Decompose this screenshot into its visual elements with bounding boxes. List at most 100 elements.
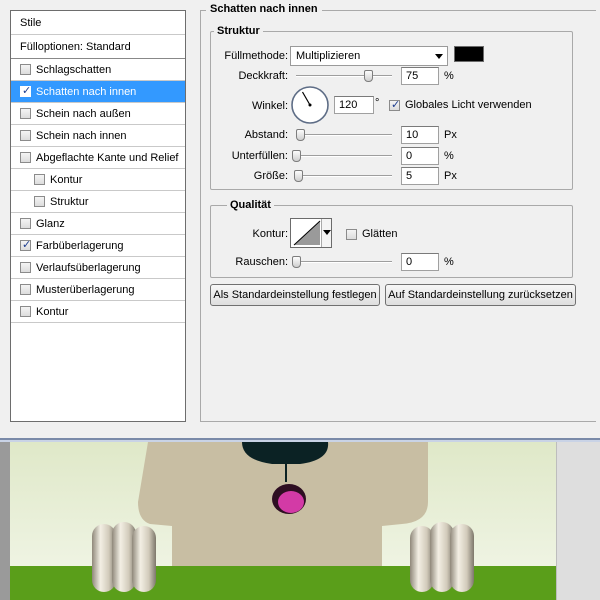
noise-label: Rauschen: (235, 256, 288, 268)
size-input[interactable]: 5 (401, 167, 439, 185)
contour-dropdown[interactable] (321, 219, 331, 247)
size-slider[interactable] (293, 170, 392, 182)
style-item-checkbox[interactable] (20, 64, 31, 75)
style-item-label: Glanz (36, 217, 65, 230)
style-item-checkbox[interactable] (20, 238, 31, 251)
tongue-shape (278, 491, 304, 513)
style-item-label: Abgeflachte Kante und Relief (36, 151, 179, 164)
distance-label: Abstand: (244, 129, 288, 141)
global-light-checkbox[interactable] (389, 98, 400, 111)
style-item-checkbox[interactable] (20, 262, 31, 273)
style-item-label: Verlaufsüberlagerung (36, 261, 141, 274)
style-item[interactable]: Farbüberlagerung (11, 235, 185, 257)
structure-title: Struktur (214, 25, 263, 37)
opacity-unit: % (444, 70, 454, 82)
contour-picker[interactable] (290, 218, 332, 248)
blend-mode-value: Multiplizieren (296, 50, 361, 62)
style-items: Schlagschatten Schatten nach innen Schein … (11, 59, 185, 323)
style-item[interactable]: Schein nach außen (11, 103, 185, 125)
style-item[interactable]: Verlaufsüberlagerung (11, 257, 185, 279)
antialias-option[interactable]: Glätten (346, 228, 397, 240)
style-item[interactable]: Kontur (11, 169, 185, 191)
contour-label: Kontur: (252, 228, 288, 240)
noise-slider-thumb[interactable] (292, 256, 301, 268)
size-label: Größe: (253, 170, 288, 182)
opacity-input[interactable]: 75 (401, 67, 439, 85)
distance-slider[interactable] (295, 129, 392, 141)
chevron-down-icon (323, 230, 331, 235)
style-item[interactable]: Schlagschatten (11, 59, 185, 81)
style-item-label: Kontur (50, 173, 83, 186)
style-item[interactable]: Musterüberlagerung (11, 279, 185, 301)
inner-shadow-title: Schatten nach innen (206, 3, 322, 15)
set-default-button[interactable]: Als Standardeinstellung festlegen (210, 284, 380, 306)
choke-unit: % (444, 150, 454, 162)
style-item-label: Schlagschatten (36, 63, 112, 76)
styles-header-label: Stile (20, 16, 42, 29)
contour-preview-icon (293, 220, 321, 246)
style-item-checkbox[interactable] (20, 108, 31, 119)
style-item-checkbox[interactable] (20, 218, 31, 229)
style-item-checkbox[interactable] (34, 174, 45, 185)
choke-slider-thumb[interactable] (292, 150, 301, 162)
choke-slider[interactable] (292, 150, 392, 162)
size-slider-thumb[interactable] (293, 170, 303, 182)
quality-title: Qualität (227, 199, 274, 211)
angle-dial[interactable] (290, 85, 330, 125)
character-artwork (10, 442, 556, 600)
style-item-label: Farbüberlagerung (36, 239, 124, 252)
size-unit: Px (444, 170, 457, 182)
style-item[interactable]: Schein nach innen (11, 125, 185, 147)
global-light-label: Globales Licht verwenden (405, 99, 532, 111)
style-item-checkbox[interactable] (20, 84, 31, 97)
angle-unit: ° (375, 97, 380, 109)
choke-input[interactable]: 0 (401, 147, 439, 165)
shadow-color-swatch[interactable] (454, 46, 484, 62)
opacity-slider-thumb[interactable] (364, 70, 373, 82)
canvas-left-edge (0, 442, 10, 600)
style-item-label: Musterüberlagerung (36, 283, 135, 296)
global-light-option[interactable]: Globales Licht verwenden (389, 98, 532, 111)
styles-header[interactable]: Stile (11, 11, 185, 35)
chevron-down-icon (435, 54, 443, 59)
style-item-checkbox[interactable] (20, 130, 31, 141)
style-item-label: Schatten nach innen (36, 85, 137, 98)
distance-unit: Px (444, 129, 457, 141)
left-hand (92, 522, 156, 592)
grass-strip (10, 566, 556, 600)
style-item[interactable]: Schatten nach innen (11, 81, 185, 103)
style-item[interactable]: Struktur (11, 191, 185, 213)
opacity-slider[interactable] (296, 70, 392, 82)
style-item-label: Schein nach innen (36, 129, 127, 142)
choke-label: Unterfüllen: (231, 150, 288, 162)
noise-slider[interactable] (292, 256, 392, 268)
style-item-label: Struktur (50, 195, 89, 208)
distance-slider-thumb[interactable] (295, 129, 305, 141)
style-item-checkbox[interactable] (34, 196, 45, 207)
style-item-checkbox[interactable] (20, 284, 31, 295)
blend-mode-label: Füllmethode: (224, 50, 288, 62)
style-item[interactable]: Abgeflachte Kante und Relief (11, 147, 185, 169)
reset-default-button[interactable]: Auf Standardeinstellung zurücksetzen (385, 284, 576, 306)
distance-input[interactable]: 10 (401, 126, 439, 144)
style-item[interactable]: Glanz (11, 213, 185, 235)
noise-input[interactable]: 0 (401, 253, 439, 271)
angle-label: Winkel: (251, 100, 288, 112)
angle-input[interactable]: 120 (334, 96, 374, 114)
noise-unit: % (444, 256, 454, 268)
opacity-label: Deckkraft: (238, 70, 288, 82)
antialias-checkbox[interactable] (346, 228, 357, 240)
style-item[interactable]: Kontur (11, 301, 185, 323)
layer-style-dialog: Stile Fülloptionen: Standard Schlagschat… (0, 0, 600, 440)
fill-options-label: Fülloptionen: Standard (20, 40, 131, 53)
style-item-checkbox[interactable] (20, 306, 31, 317)
vertical-scrollbar[interactable] (556, 442, 600, 600)
fill-options-item[interactable]: Fülloptionen: Standard (11, 35, 185, 59)
right-hand (410, 522, 474, 592)
blend-mode-select[interactable]: Multiplizieren (290, 46, 448, 66)
style-item-checkbox[interactable] (20, 152, 31, 163)
styles-list: Stile Fülloptionen: Standard Schlagschat… (10, 10, 186, 422)
document-canvas (0, 442, 600, 600)
style-item-label: Kontur (36, 305, 69, 318)
style-item-label: Schein nach außen (36, 107, 131, 120)
